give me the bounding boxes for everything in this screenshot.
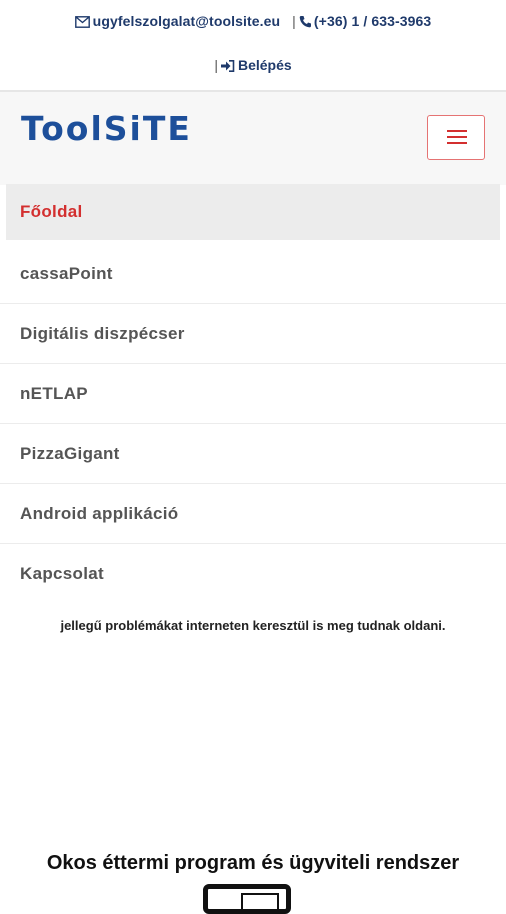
phone-link[interactable]: (+36) 1 / 633-3963	[314, 13, 431, 29]
sign-in-icon	[220, 59, 235, 75]
menu-item-pizzagigant[interactable]: PizzaGigant	[0, 424, 506, 484]
hamburger-line	[447, 136, 467, 138]
navbar: ToolSiTE	[0, 90, 506, 185]
login-link[interactable]: Belépés	[238, 57, 292, 73]
menu-item-kapcsolat[interactable]: Kapcsolat	[0, 544, 506, 604]
email-link[interactable]: ugyfelszolgalat@toolsite.eu	[93, 13, 281, 29]
separator: |	[292, 13, 296, 29]
menu-item-digitalis-diszpecser[interactable]: Digitális diszpécser	[0, 304, 506, 364]
login-row: | Belépés	[0, 57, 506, 75]
contact-row: ugyfelszolgalat@toolsite.eu | (+36) 1 / …	[0, 13, 506, 31]
menu-item-cassapoint[interactable]: cassaPoint	[0, 244, 506, 304]
section-heading: Okos éttermi program és ügyviteli rendsz…	[46, 852, 460, 874]
paragraph-text: jellegű problémákat interneten keresztül…	[60, 618, 446, 633]
hamburger-line	[447, 142, 467, 144]
hamburger-menu-icon	[447, 130, 467, 132]
menu-item-fooldal[interactable]: Főoldal	[6, 184, 500, 240]
menu-item-netlap[interactable]: nETLAP	[0, 364, 506, 424]
menu-item-android-applikacio[interactable]: Android applikáció	[0, 484, 506, 544]
main-menu: Főoldal cassaPoint Digitális diszpécser …	[0, 184, 506, 604]
phone-icon	[299, 15, 311, 31]
device-screen	[241, 893, 279, 911]
menu-toggle-button[interactable]	[427, 115, 485, 160]
top-contact-bar: ugyfelszolgalat@toolsite.eu | (+36) 1 / …	[0, 0, 506, 90]
brand-logo[interactable]: ToolSiTE	[21, 109, 192, 148]
envelope-icon	[74, 15, 90, 31]
separator: |	[214, 57, 218, 73]
